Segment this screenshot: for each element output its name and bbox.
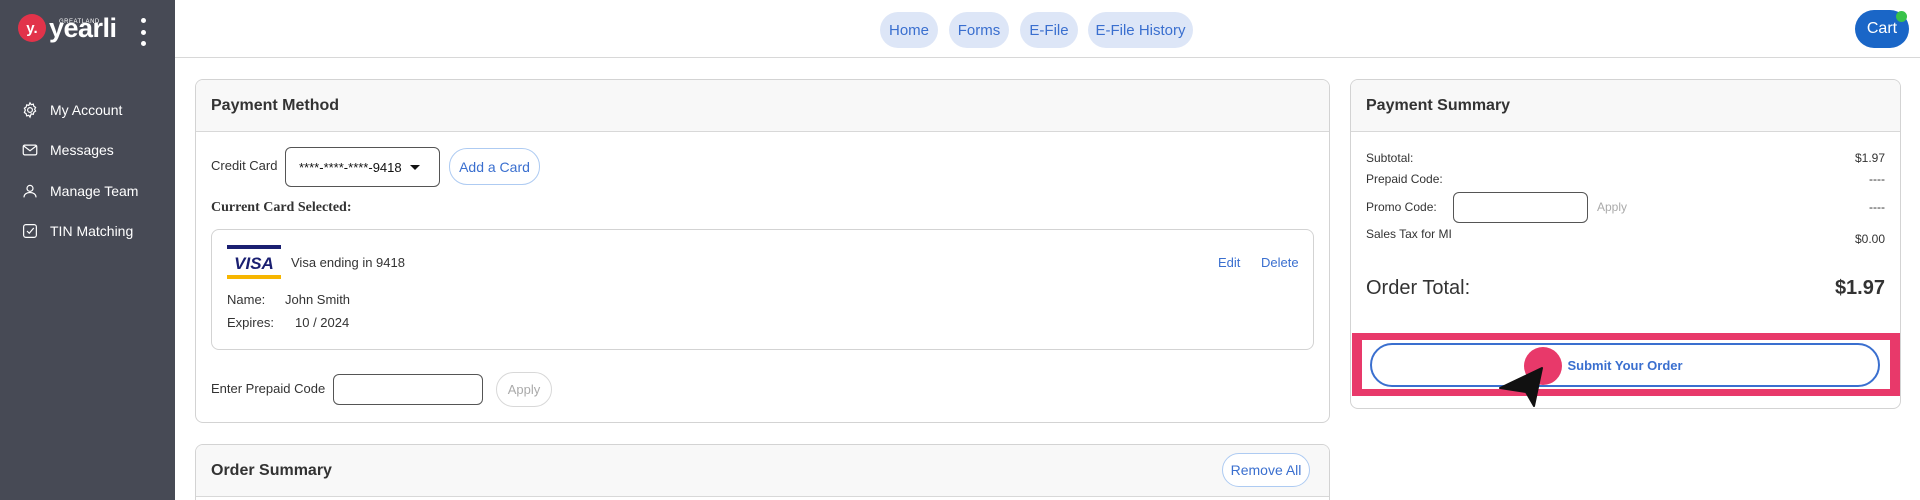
sidebar-item-tin-matching[interactable]: TIN Matching xyxy=(20,221,133,241)
add-card-button[interactable]: Add a Card xyxy=(449,148,540,185)
card-expires-label: Expires: xyxy=(227,315,274,330)
selected-card-value: ****-****-****-9418 xyxy=(299,159,402,175)
card-name-label: Name: xyxy=(227,292,266,307)
promo-code-input[interactable] xyxy=(1453,192,1588,223)
gear-icon xyxy=(20,100,40,120)
sidebar-item-label: Messages xyxy=(50,142,114,158)
prepaid-summary-label: Prepaid Code: xyxy=(1366,172,1443,186)
svg-text:VISA: VISA xyxy=(234,254,274,273)
yearli-logo[interactable]: y. GREATLAND yearli xyxy=(18,14,117,42)
mouse-cursor-icon xyxy=(1498,362,1558,412)
panel-title: Order Summary xyxy=(196,445,1329,497)
sidebar: y. GREATLAND yearli My Account Messages … xyxy=(0,0,175,500)
prepaid-apply-button[interactable]: Apply xyxy=(496,372,552,407)
order-summary-panel: Order Summary xyxy=(195,444,1330,500)
logo-tagline: GREATLAND xyxy=(59,19,100,25)
prepaid-summary-value: ---- xyxy=(1869,172,1885,186)
sidebar-item-my-account[interactable]: My Account xyxy=(20,100,122,120)
prepaid-code-input[interactable] xyxy=(333,374,483,405)
edit-card-link[interactable]: Edit xyxy=(1218,255,1240,270)
tab-e-file[interactable]: E-File xyxy=(1020,12,1078,48)
order-total-label: Order Total: xyxy=(1366,277,1471,299)
sidebar-item-messages[interactable]: Messages xyxy=(20,140,114,160)
cart-notification-badge xyxy=(1896,11,1907,22)
user-icon xyxy=(20,181,40,201)
visa-logo-icon: VISA xyxy=(227,245,281,279)
card-description: Visa ending in 9418 xyxy=(291,255,405,270)
check-square-icon xyxy=(20,221,40,241)
credit-card-label: Credit Card xyxy=(211,158,278,173)
credit-card-select[interactable]: ****-****-****-9418 xyxy=(285,147,440,187)
caret-down-icon xyxy=(409,164,420,170)
current-card-heading: Current Card Selected: xyxy=(211,200,352,215)
envelope-icon xyxy=(20,140,40,160)
card-expires-value: 10 / 2024 xyxy=(295,315,350,330)
selected-card-box: VISA Visa ending in 9418 Name: John Smit… xyxy=(211,229,1314,350)
sidebar-item-manage-team[interactable]: Manage Team xyxy=(20,181,138,201)
tab-home[interactable]: Home xyxy=(880,12,938,48)
submit-order-button[interactable]: Submit Your Order xyxy=(1370,343,1880,387)
remove-all-button[interactable]: Remove All xyxy=(1222,453,1310,487)
panel-title: Payment Method xyxy=(196,80,1329,132)
tab-forms[interactable]: Forms xyxy=(949,12,1009,48)
logo-badge: y. xyxy=(18,14,46,42)
sales-tax-value: $0.00 xyxy=(1854,232,1885,246)
more-menu-icon[interactable] xyxy=(136,18,150,46)
sidebar-item-label: TIN Matching xyxy=(50,223,134,239)
prepaid-code-label: Enter Prepaid Code xyxy=(211,381,326,396)
tab-e-file-history[interactable]: E-File History xyxy=(1088,12,1193,48)
sales-tax-label: Sales Tax for MI xyxy=(1366,227,1452,241)
card-name-value: John Smith xyxy=(285,292,351,307)
promo-code-label: Promo Code: xyxy=(1366,200,1437,214)
panel-title: Payment Summary xyxy=(1351,80,1900,132)
subtotal-value: $1.97 xyxy=(1854,151,1885,165)
order-total-value: $1.97 xyxy=(1834,277,1885,299)
promo-amount-value: ---- xyxy=(1869,200,1885,214)
subtotal-label: Subtotal: xyxy=(1366,151,1414,165)
sidebar-item-label: My Account xyxy=(50,102,123,118)
promo-apply-button[interactable]: Apply xyxy=(1597,200,1627,214)
delete-card-link[interactable]: Delete xyxy=(1261,255,1299,270)
sidebar-item-label: Manage Team xyxy=(50,183,139,199)
